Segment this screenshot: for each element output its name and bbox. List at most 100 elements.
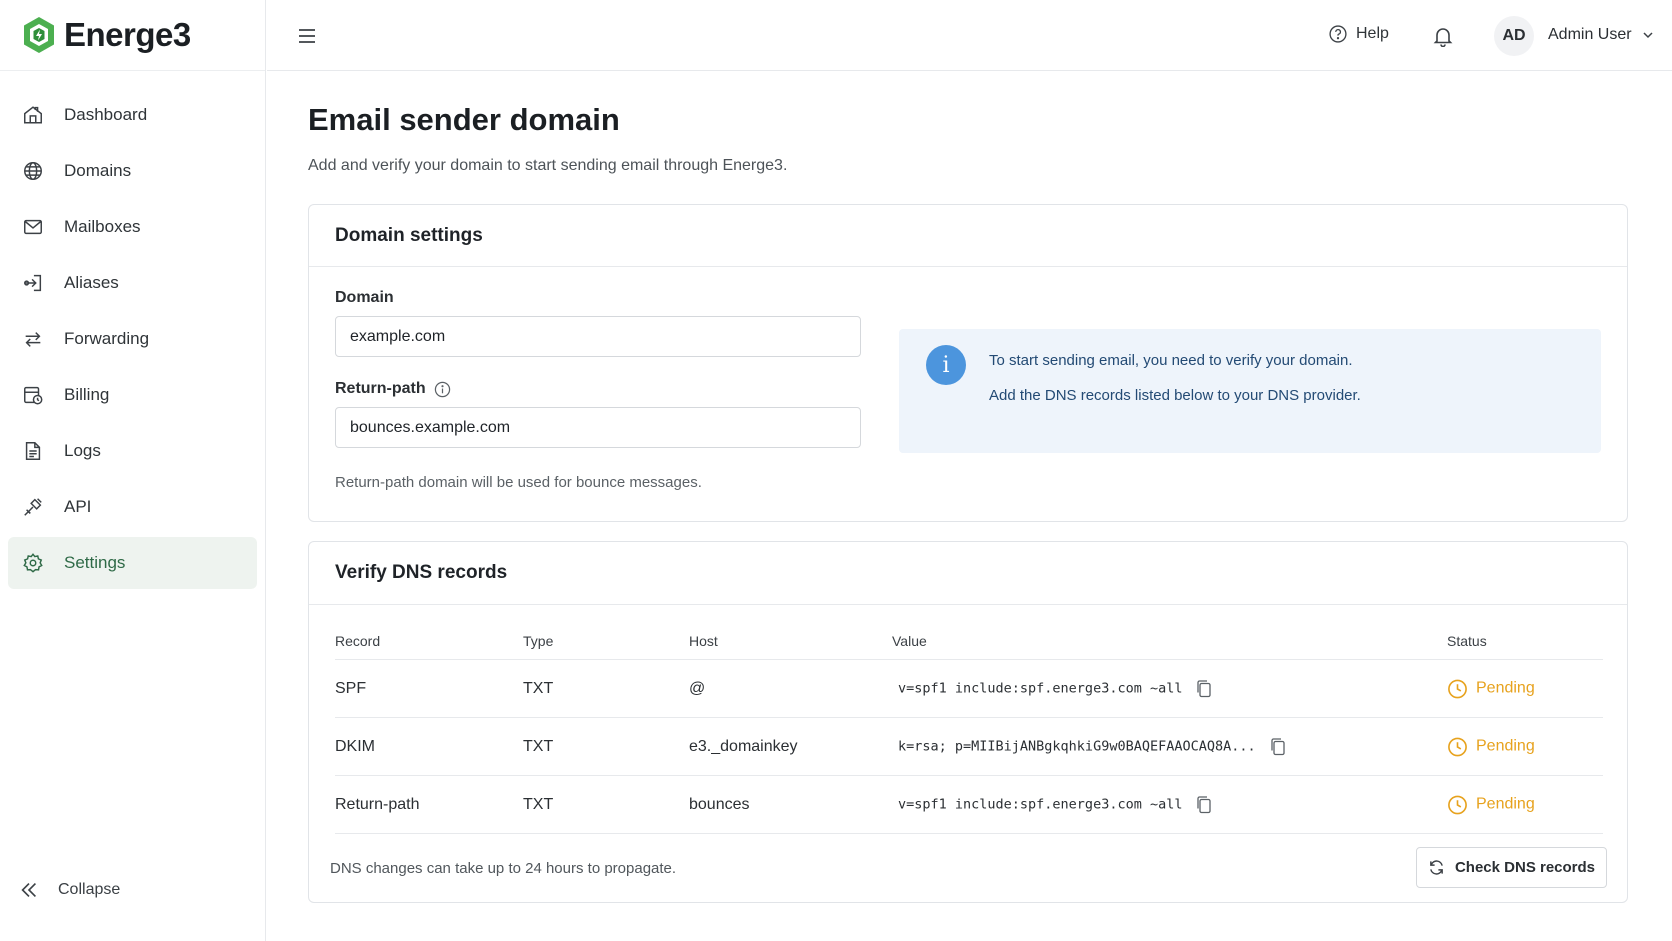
sidebar-item-label: Domains [64, 161, 132, 180]
sidebar-item-label: Forwarding [64, 329, 150, 348]
document-icon [22, 440, 44, 462]
dns-records-table: Record Type Host Value Status SPF TXT @ … [335, 620, 1603, 834]
check-dns-records-button[interactable]: Check DNS records [1416, 847, 1607, 888]
sidebar-item-label: Settings [64, 553, 126, 572]
column-header-type: Type [523, 633, 554, 649]
info-outline-icon[interactable] [434, 381, 451, 398]
clock-icon [1448, 795, 1467, 814]
record-type: TXT [523, 679, 554, 697]
record-value-cell: v=spf1 include:spf.energe3.com ~all [898, 795, 1213, 814]
forward-arrows-icon [22, 328, 44, 350]
record-value-cell: k=rsa; p=MIIBijANBgkqhkiG9w0BAQEFAAOCAQ8… [898, 737, 1287, 756]
user-menu[interactable]: Admin User [1548, 26, 1654, 44]
mail-icon [22, 216, 44, 238]
sidebar-item-dashboard[interactable]: Dashboard [8, 89, 257, 141]
table-row: Return-path TXT bounces v=spf1 include:s… [335, 776, 1603, 834]
column-header-value: Value [892, 633, 927, 649]
record-value: k=rsa; p=MIIBijANBgkqhkiG9w0BAQEFAAOCAQ8… [898, 738, 1256, 755]
clock-icon [1448, 679, 1467, 698]
record-host: bounces [689, 795, 750, 813]
sidebar-item-label: Aliases [64, 273, 119, 292]
logo-icon [24, 17, 54, 53]
gear-icon [22, 552, 44, 574]
domain-label-text: Domain [335, 289, 394, 306]
page-subtitle: Add and verify your domain to start send… [308, 157, 788, 174]
clock-icon [1448, 737, 1467, 756]
avatar[interactable]: AD [1494, 16, 1534, 56]
record-type: TXT [523, 795, 554, 813]
info-line-2: Add the DNS records listed below to your… [989, 387, 1361, 404]
api-plug-icon [22, 496, 44, 518]
sidebar-item-api[interactable]: API [8, 481, 257, 533]
domain-settings-title: Domain settings [309, 205, 1627, 267]
record-host: @ [689, 679, 706, 697]
verify-dns-title: Verify DNS records [309, 542, 1627, 605]
sidebar-item-forwarding[interactable]: Forwarding [8, 313, 257, 365]
record-type: TXT [523, 737, 554, 755]
record-value: v=spf1 include:spf.energe3.com ~all [898, 680, 1183, 697]
column-header-host: Host [689, 633, 718, 649]
user-name: Admin User [1548, 26, 1632, 43]
table-header-row: Record Type Host Value Status [335, 620, 1603, 660]
verify-info-box: i To start sending email, you need to ve… [899, 329, 1601, 453]
table-row: SPF TXT @ v=spf1 include:spf.energe3.com… [335, 660, 1603, 718]
status-badge: Pending [1447, 794, 1535, 815]
copy-icon[interactable] [1196, 795, 1213, 814]
hamburger-menu-icon[interactable] [297, 26, 317, 46]
sidebar-item-settings[interactable]: Settings [8, 537, 257, 589]
status-badge: Pending [1447, 678, 1535, 699]
brand-name: Energe3 [64, 16, 191, 53]
info-line-1: To start sending email, you need to veri… [989, 352, 1353, 369]
sidebar-item-label: Mailboxes [64, 217, 141, 236]
refresh-icon [1430, 860, 1443, 875]
alias-icon [22, 272, 44, 294]
return-path-hint: Return-path domain will be used for boun… [335, 474, 702, 491]
double-chevron-left-icon [21, 882, 37, 898]
topbar: Help AD Admin User [267, 0, 1672, 71]
brand[interactable]: Energe3 [0, 0, 265, 71]
status-badge: Pending [1447, 736, 1535, 757]
domain-settings-card: Domain settings Domain Return-path Retur… [308, 204, 1628, 522]
domain-label: Domain [335, 289, 394, 307]
sidebar: Energe3 Dashboard Domains Mailboxes Alia… [0, 0, 266, 941]
chevron-down-icon [1643, 32, 1653, 39]
page-title: Email sender domain [308, 102, 620, 137]
verify-dns-card: Verify DNS records Record Type Host Valu… [308, 541, 1628, 903]
status-text: Pending [1476, 737, 1535, 755]
help-button[interactable]: Help [1328, 24, 1389, 44]
home-icon [22, 104, 44, 126]
billing-icon [22, 384, 44, 406]
status-text: Pending [1476, 679, 1535, 697]
sidebar-item-logs[interactable]: Logs [8, 425, 257, 477]
sidebar-item-label: Logs [64, 441, 101, 460]
sidebar-item-mailboxes[interactable]: Mailboxes [8, 201, 257, 253]
sidebar-item-aliases[interactable]: Aliases [8, 257, 257, 309]
domain-input[interactable] [335, 316, 861, 357]
column-header-status: Status [1447, 633, 1487, 649]
status-text: Pending [1476, 795, 1535, 813]
copy-icon[interactable] [1196, 679, 1213, 698]
record-name: SPF [335, 679, 367, 697]
record-value: v=spf1 include:spf.energe3.com ~all [898, 796, 1183, 813]
record-host: e3._domainkey [689, 737, 798, 755]
return-path-input[interactable] [335, 407, 861, 448]
sidebar-item-label: Billing [64, 385, 110, 404]
return-path-label-text: Return-path [335, 380, 426, 397]
globe-icon [22, 160, 44, 182]
sidebar-item-label: API [64, 497, 92, 516]
collapse-label: Collapse [58, 881, 121, 898]
sidebar-item-domains[interactable]: Domains [8, 145, 257, 197]
bell-icon[interactable] [1433, 25, 1453, 47]
check-dns-records-label: Check DNS records [1454, 859, 1596, 876]
column-header-record: Record [335, 633, 381, 649]
table-row: DKIM TXT e3._domainkey k=rsa; p=MIIBijAN… [335, 718, 1603, 776]
help-circle-icon [1329, 25, 1347, 43]
info-icon: i [926, 345, 966, 385]
collapse-button[interactable]: Collapse [18, 879, 120, 901]
sidebar-item-label: Dashboard [64, 105, 148, 124]
record-name: DKIM [335, 737, 375, 755]
sidebar-nav: Dashboard Domains Mailboxes Aliases Forw… [0, 71, 265, 589]
copy-icon[interactable] [1270, 737, 1287, 756]
dns-propagation-note: DNS changes can take up to 24 hours to p… [330, 860, 677, 877]
sidebar-item-billing[interactable]: Billing [8, 369, 257, 421]
